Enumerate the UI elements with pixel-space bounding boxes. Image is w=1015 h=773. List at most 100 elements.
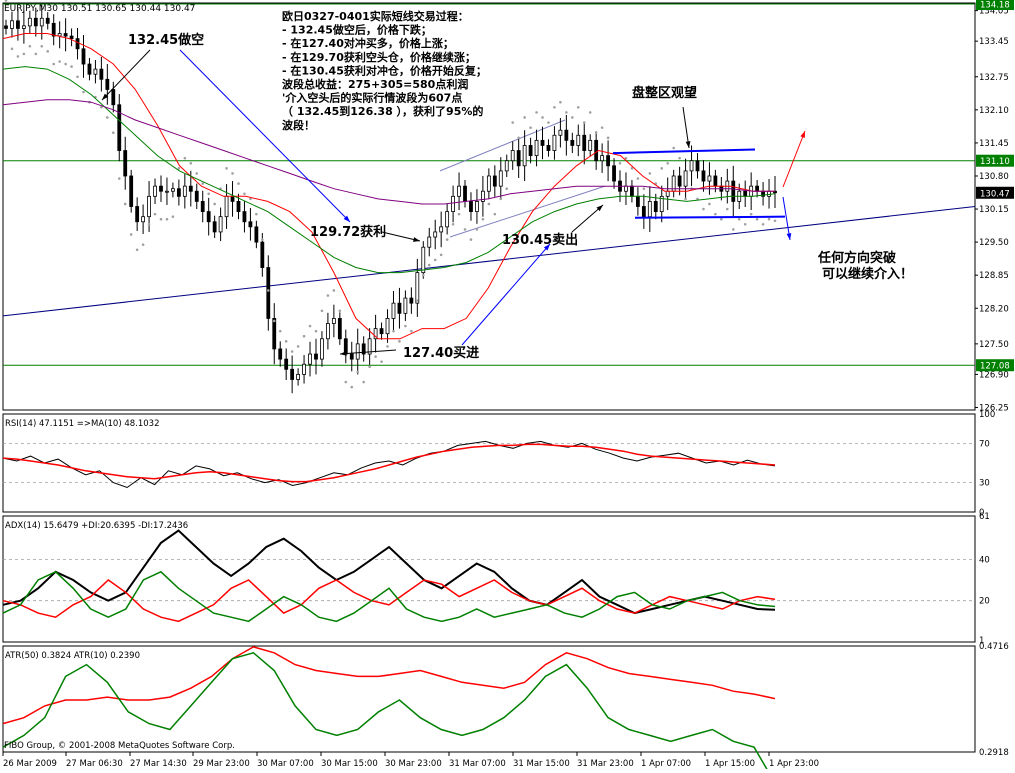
indicator-title: ATR(50) 0.3824 ATR(10) 0.2390: [5, 651, 140, 661]
candle-body: [486, 175, 491, 192]
sar-dot: [666, 161, 669, 165]
candle-body: [284, 358, 289, 370]
candle-body: [427, 236, 432, 248]
annotation-title-line: - 在127.40对冲买多，价格上涨；: [282, 36, 454, 50]
candle-body: [457, 185, 461, 197]
price-tag-label: 130.47: [980, 189, 1010, 199]
sar-dot: [493, 212, 497, 216]
candle-body: [326, 323, 330, 340]
sar-dot: [469, 238, 473, 241]
sar-dot: [475, 228, 479, 231]
candle-body: [677, 175, 682, 187]
sar-dot: [386, 345, 389, 348]
candle-body: [576, 134, 581, 146]
sar-dot: [553, 105, 556, 109]
annotation-title-line: - 在129.70获利空头仓，价格继续涨；: [282, 50, 476, 64]
y-tick-label: 126.90: [979, 370, 1009, 380]
range-label: 盘整区观望: [632, 85, 697, 101]
candle-body: [87, 63, 92, 75]
candle-body: [266, 267, 271, 319]
buy-label: 127.40买进: [403, 346, 479, 361]
sar-dot: [457, 212, 461, 216]
sar-dot: [213, 202, 216, 206]
price-tag-label: 127.08: [980, 362, 1010, 372]
indicator-y-tick: 61: [979, 512, 990, 522]
candle-body: [272, 318, 277, 350]
sar-dot: [231, 172, 234, 175]
candle-body: [248, 221, 253, 228]
annotation-title-line: 欧日0327-0401实际短线交易过程：: [282, 9, 469, 23]
sar-dot: [439, 253, 443, 257]
sar-dot: [82, 90, 85, 94]
sar-dot: [296, 345, 300, 348]
sar-dot: [261, 238, 264, 241]
candle-body: [278, 348, 283, 360]
annotation-title-line: 波段总收益：275+305=580点利润: [282, 77, 468, 91]
chart-window: 欧日0327-0401实际短线交易过程： - 132.45做空后，价格下跌； - 在…: [0, 0, 1015, 773]
sar-dot: [362, 380, 365, 384]
candle-body: [129, 175, 134, 207]
sar-dot: [58, 60, 61, 63]
sar-dot: [463, 228, 467, 231]
sar-dot: [201, 182, 205, 185]
sar-dot: [183, 156, 187, 160]
sar-dot: [368, 365, 371, 369]
sar-dot: [684, 197, 687, 201]
candle-body: [582, 134, 587, 151]
indicator-title: RSI(14) 47.1151 =>MA(10) 48.1032: [5, 419, 160, 429]
candle-body: [27, 17, 32, 27]
sar-dot: [571, 116, 574, 119]
candle-body: [755, 185, 760, 192]
candle-body: [665, 190, 670, 197]
candle-body: [594, 139, 599, 162]
candle-body: [141, 216, 146, 223]
annotation-title-line: '介入空头后的实际行情波段为607点: [282, 91, 462, 105]
candle-body: [320, 338, 324, 360]
sell-label: 130.45卖出: [502, 232, 578, 248]
candle-body: [182, 185, 187, 197]
candle-body: [123, 150, 128, 177]
indicator-y-tick: 70: [979, 439, 990, 449]
sar-dot: [529, 126, 532, 129]
y-tick-label: 128.20: [979, 304, 1009, 314]
sar-dot: [290, 350, 294, 353]
candle-body: [188, 185, 193, 192]
candle-body: [355, 343, 360, 360]
sar-dot: [195, 172, 199, 175]
sar-dot: [547, 121, 550, 124]
candle-body: [463, 185, 467, 202]
sar-dot: [314, 329, 318, 333]
x-tick-label: 27 Mar 06:30: [66, 759, 123, 769]
candle-body: [635, 195, 640, 207]
sar-dot: [326, 294, 330, 297]
sar-dot: [153, 212, 157, 216]
x-tick-label: 26 Mar 2009: [3, 759, 57, 769]
sar-dot: [28, 44, 32, 48]
candle-body: [612, 165, 616, 182]
breakout-label-2: 可以继续介入！: [822, 266, 913, 282]
candle-body: [641, 206, 646, 218]
candle-body: [218, 216, 223, 233]
x-tick-label: 31 Mar 15:00: [513, 759, 570, 769]
candle-body: [242, 211, 247, 223]
candle-body: [159, 185, 163, 192]
candle-body: [153, 185, 157, 197]
sar-dot: [511, 121, 515, 124]
x-tick-label: 1 Apr 07:00: [641, 759, 691, 769]
candle-body: [212, 221, 217, 233]
sar-dot: [243, 192, 246, 196]
symbol-header: EURJPY,M30 130.51 130.65 130.44 130.47: [4, 4, 195, 14]
candle-body: [314, 353, 318, 360]
sar-dot: [505, 187, 509, 190]
indicator-y-tick: 0.4716: [979, 642, 1009, 652]
candle-body: [546, 145, 551, 151]
annotation-title-line: - 在130.45获利对冲仓，价格开始反复；: [282, 63, 487, 77]
x-tick-label: 30 Mar 15:00: [321, 759, 378, 769]
sar-dot: [129, 233, 133, 236]
breakout-label-1: 任何方向突破: [817, 250, 896, 266]
candle-body: [445, 211, 450, 228]
sar-dot: [70, 65, 73, 68]
y-tick-label: 133.45: [979, 37, 1009, 47]
x-tick-label: 27 Mar 14:30: [130, 759, 187, 769]
sar-dot: [320, 309, 324, 313]
